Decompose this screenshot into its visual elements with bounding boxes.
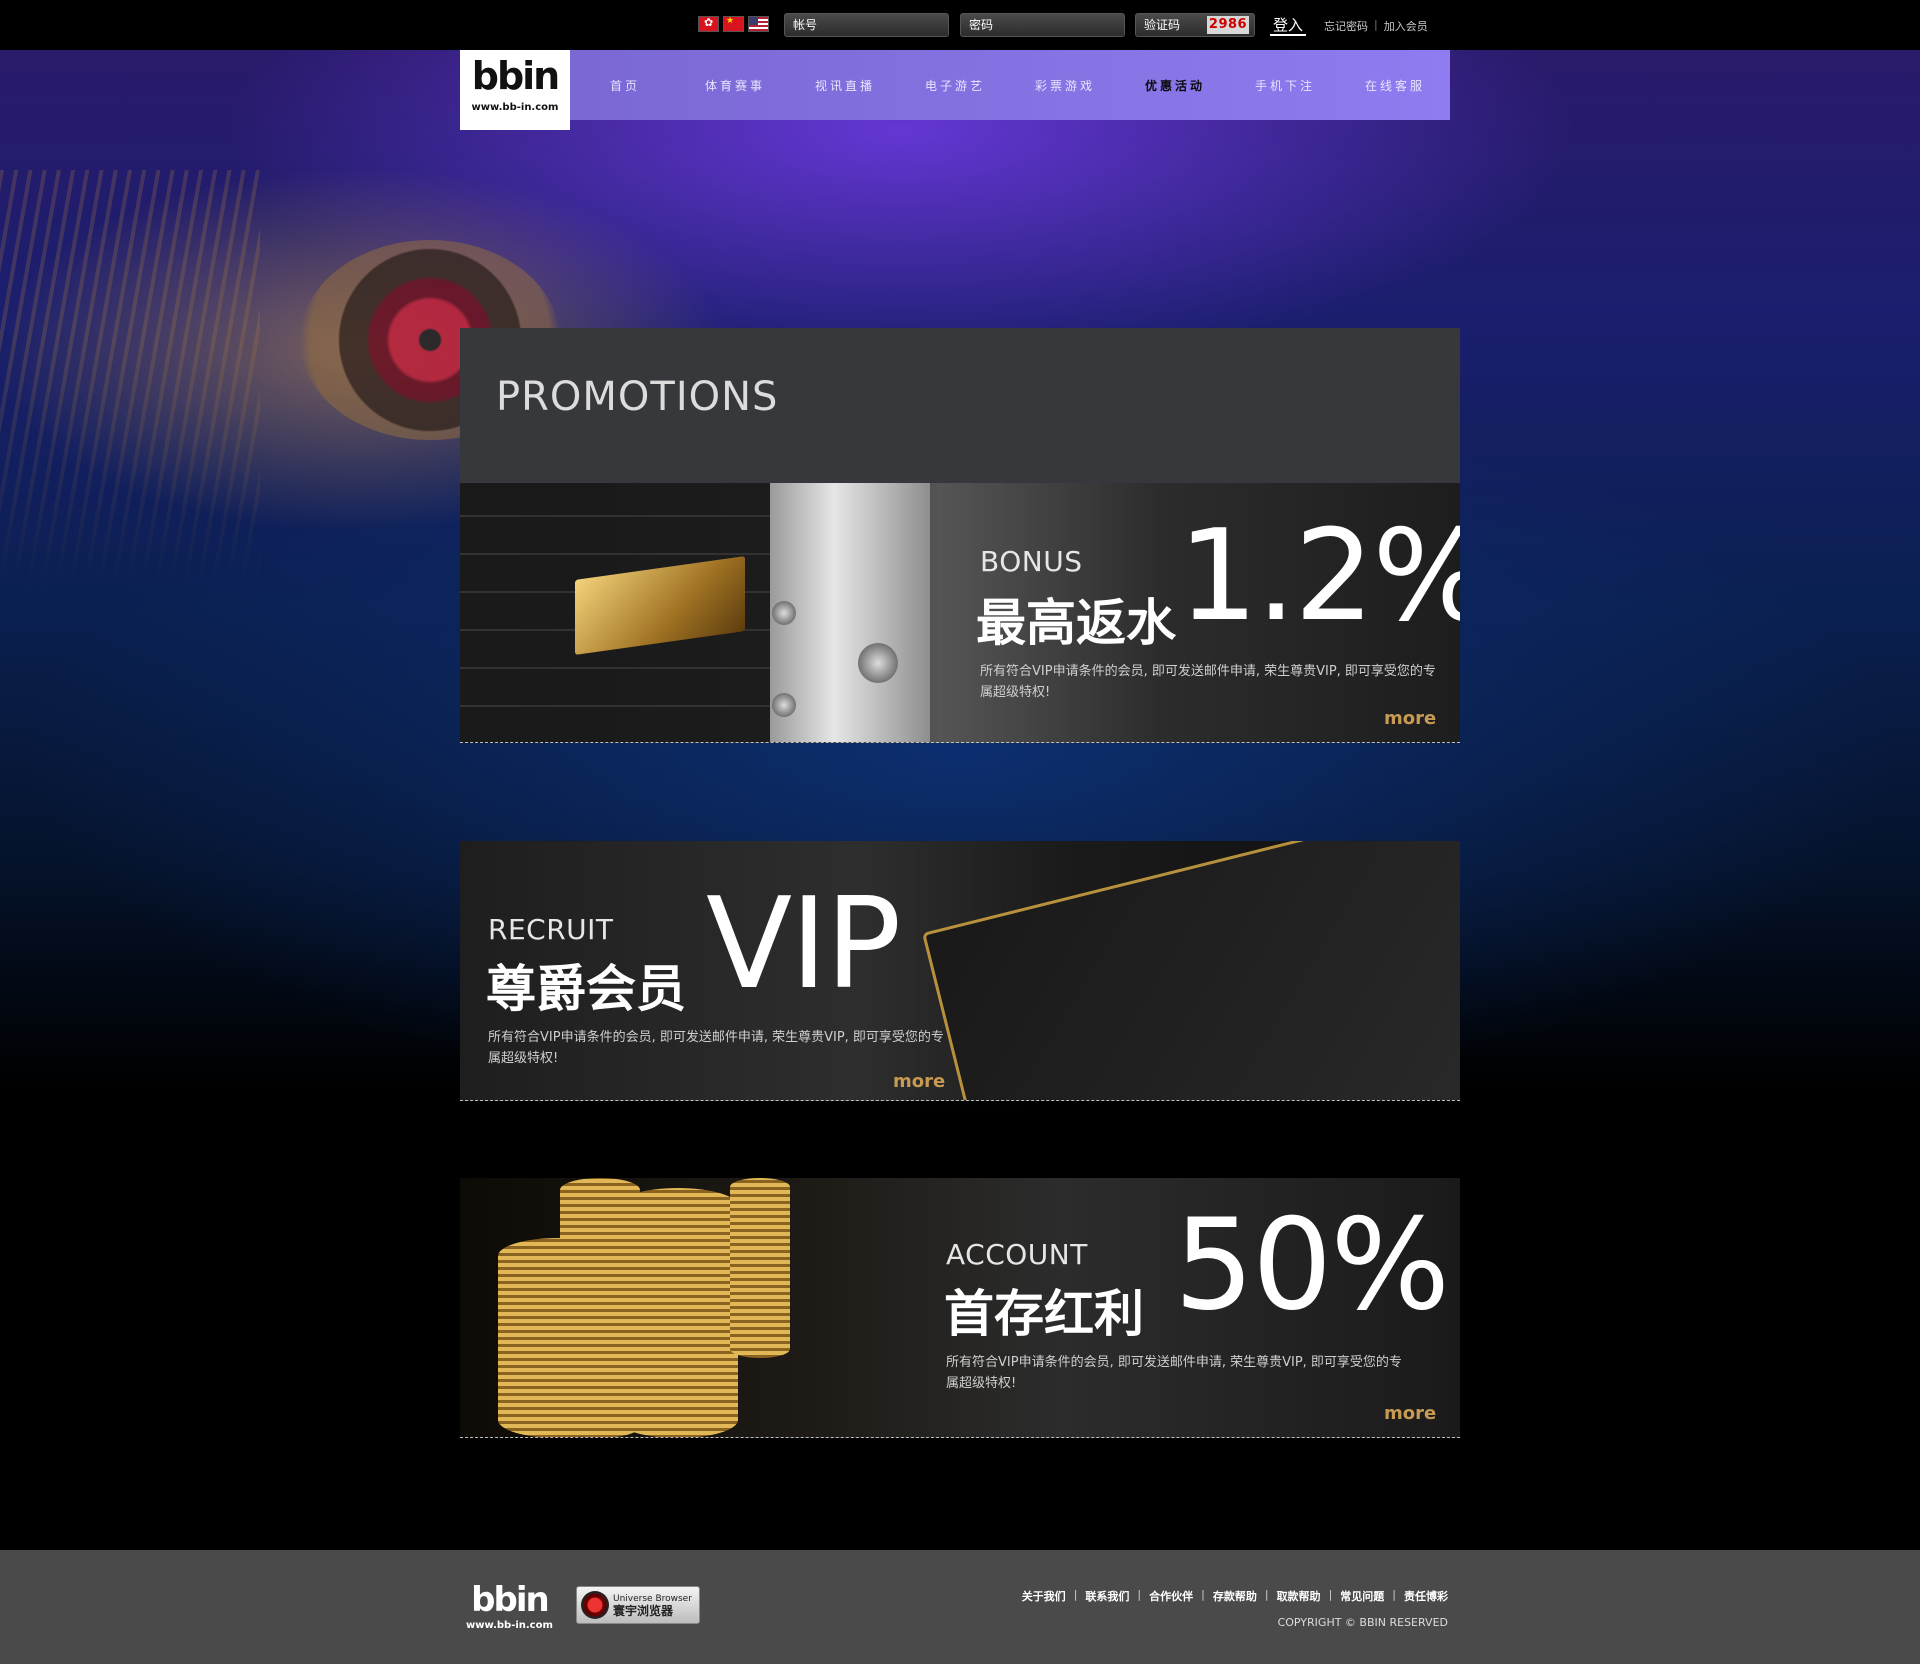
link-separator: | bbox=[1374, 18, 1378, 31]
footer-logo[interactable]: bbin www.bb-in.com bbox=[466, 1580, 553, 1631]
footer-link-contact[interactable]: 联系我们 bbox=[1085, 1588, 1129, 1604]
browser-badge-cn: 寰宇浏览器 bbox=[613, 1604, 674, 1618]
banner-text: BONUS bbox=[980, 545, 1082, 578]
banner-description: 所有符合VIP申请条件的会员, 即可发送邮件申请, 荣生尊贵VIP, 即可享受您… bbox=[980, 664, 1436, 700]
banner-highlight: VIP bbox=[706, 870, 901, 1017]
footer-link-about[interactable]: 关于我们 bbox=[1022, 1588, 1066, 1604]
gold-stripe-decoration bbox=[0, 170, 260, 590]
footer-link-withdraw-help[interactable]: 取款帮助 bbox=[1277, 1588, 1321, 1604]
nav-promotions[interactable]: 优惠活动 bbox=[1120, 77, 1230, 94]
promotions-header: PROMOTIONS bbox=[460, 328, 1460, 483]
login-button[interactable]: 登入 bbox=[1270, 14, 1307, 36]
footer-link-faq[interactable]: 常见问题 bbox=[1340, 1588, 1384, 1604]
captcha-image[interactable]: 2986 bbox=[1207, 16, 1249, 34]
footer-separator: | bbox=[1201, 1588, 1205, 1601]
nav-sports[interactable]: 体育赛事 bbox=[680, 77, 790, 94]
account-input[interactable] bbox=[784, 13, 949, 37]
footer-separator: | bbox=[1328, 1588, 1333, 1601]
footer-logo-url: www.bb-in.com bbox=[466, 1620, 553, 1631]
password-input[interactable] bbox=[960, 13, 1125, 37]
account-links: 忘记密码 | 加入会员 bbox=[1324, 18, 1428, 34]
copyright-text: COPYRIGHT © BBIN RESERVED bbox=[1277, 1616, 1448, 1629]
us-flag-icon[interactable] bbox=[748, 16, 769, 32]
safe-hinge-icon bbox=[772, 693, 796, 717]
nav-mobile[interactable]: 手机下注 bbox=[1230, 77, 1340, 94]
logo-url: www.bb-in.com bbox=[471, 102, 559, 113]
footer: bbin www.bb-in.com Universe Browser 寰宇浏览… bbox=[0, 1550, 1920, 1664]
universe-browser-icon bbox=[581, 1591, 609, 1619]
footer-link-deposit-help[interactable]: 存款帮助 bbox=[1213, 1588, 1257, 1604]
footer-separator: | bbox=[1073, 1588, 1078, 1601]
more-link[interactable]: more bbox=[1384, 708, 1436, 729]
join-member-link[interactable]: 加入会员 bbox=[1384, 18, 1428, 34]
more-link[interactable]: more bbox=[1384, 1403, 1436, 1424]
playing-card-box-decoration bbox=[922, 841, 1460, 1100]
coin-stack-decoration bbox=[618, 1188, 738, 1437]
top-bar: 2986 登入 忘记密码 | 加入会员 bbox=[0, 0, 1920, 50]
browser-badge-text: Universe Browser 寰宇浏览器 bbox=[613, 1593, 692, 1617]
footer-logo-mark: bbin bbox=[471, 1580, 550, 1620]
banner-text: ACCOUNT bbox=[946, 1238, 1088, 1271]
brick-wall-decoration bbox=[460, 483, 520, 742]
nav-e-games[interactable]: 电子游艺 bbox=[900, 77, 1010, 94]
footer-separator: | bbox=[1392, 1588, 1396, 1601]
cn-flag-icon[interactable] bbox=[723, 16, 744, 32]
banner-description: 所有符合VIP申请条件的会员, 即可发送邮件申请, 荣生尊贵VIP, 即可享受您… bbox=[488, 1030, 944, 1066]
footer-link-partners[interactable]: 合作伙伴 bbox=[1149, 1588, 1193, 1604]
nav-home[interactable]: 首页 bbox=[570, 77, 680, 94]
banner-highlight: 50% bbox=[1174, 1191, 1450, 1338]
banner-title: 尊爵会员 bbox=[486, 960, 686, 1018]
safe-handle-icon bbox=[858, 643, 898, 683]
nav-live-casino[interactable]: 视讯直播 bbox=[790, 77, 900, 94]
banner-subtitle: ACCOUNT bbox=[946, 1238, 1088, 1271]
more-link[interactable]: more bbox=[893, 1071, 945, 1092]
page-title: PROMOTIONS bbox=[496, 374, 779, 420]
site-logo[interactable]: bbin www.bb-in.com bbox=[460, 50, 570, 130]
forgot-password-link[interactable]: 忘记密码 bbox=[1324, 18, 1368, 34]
banner-subtitle: BONUS bbox=[980, 545, 1083, 578]
banner-title: 最高返水 bbox=[976, 594, 1176, 652]
language-flags bbox=[698, 16, 769, 32]
banner-title: 首存红利 bbox=[944, 1285, 1144, 1343]
banner-subtitle: RECRUIT bbox=[488, 913, 614, 946]
banner-text: RECRUIT bbox=[488, 913, 614, 946]
logo-mark: bbin bbox=[471, 54, 560, 98]
coin-stack-decoration bbox=[730, 1178, 790, 1358]
footer-link-responsible-gaming[interactable]: 责任博彩 bbox=[1404, 1588, 1448, 1604]
banner-highlight: 1.2% bbox=[1178, 502, 1460, 649]
hk-flag-icon[interactable] bbox=[698, 16, 719, 32]
promo-banner-bonus[interactable]: BONUS 最高返水 1.2% 所有符合VIP申请条件的会员, 即可发送邮件申请… bbox=[460, 483, 1460, 743]
safe-door-decoration bbox=[770, 483, 930, 742]
main-nav: 首页 体育赛事 视讯直播 电子游艺 彩票游戏 优惠活动 手机下注 在线客服 bbox=[570, 50, 1450, 120]
promo-banner-deposit[interactable]: ACCOUNT 首存红利 50% 所有符合VIP申请条件的会员, 即可发送邮件申… bbox=[460, 1178, 1460, 1438]
universe-browser-badge[interactable]: Universe Browser 寰宇浏览器 bbox=[576, 1586, 700, 1624]
nav-lottery[interactable]: 彩票游戏 bbox=[1010, 77, 1120, 94]
nav-support[interactable]: 在线客服 bbox=[1340, 77, 1450, 94]
safe-hinge-icon bbox=[772, 601, 796, 625]
footer-links: 关于我们 | 联系我们 | 合作伙伴 | 存款帮助 | 取款帮助 | 常见问题 … bbox=[1022, 1588, 1448, 1604]
footer-separator: | bbox=[1137, 1588, 1142, 1601]
banner-description: 所有符合VIP申请条件的会员, 即可发送邮件申请, 荣生尊贵VIP, 即可享受您… bbox=[946, 1355, 1402, 1391]
footer-separator: | bbox=[1264, 1588, 1269, 1601]
promo-banner-vip[interactable]: RECRUIT 尊爵会员 VIP 所有符合VIP申请条件的会员, 即可发送邮件申… bbox=[460, 841, 1460, 1101]
